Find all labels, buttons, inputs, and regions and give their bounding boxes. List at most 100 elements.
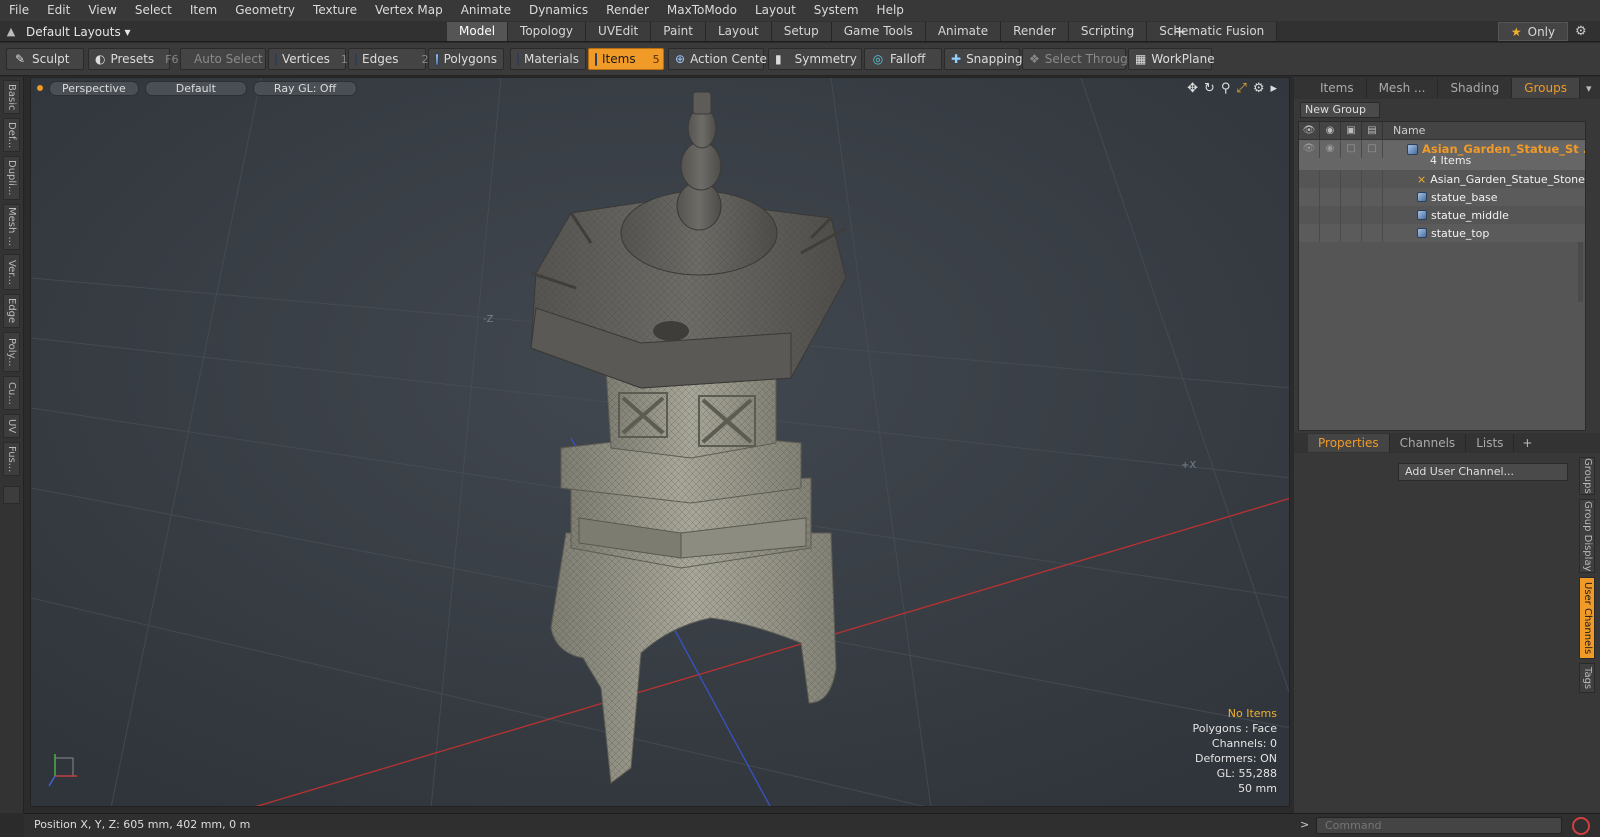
collapse-icon[interactable]: ▲ (4, 25, 18, 39)
new-group-button[interactable]: New Group (1300, 102, 1380, 118)
menu-layout[interactable]: Layout (746, 0, 805, 21)
prop-tab-properties[interactable]: Properties (1308, 434, 1390, 452)
tree-row-statue-middle[interactable]: statue_middle (1299, 206, 1585, 224)
row-toggle-0[interactable] (1299, 188, 1320, 206)
tabs-menu-arrow-icon[interactable]: ▾ (1586, 82, 1592, 95)
record-macro-icon[interactable] (1572, 817, 1590, 835)
render-header-icon[interactable]: ◉ (1320, 122, 1341, 140)
left-tab-poly[interactable]: Poly... (3, 332, 20, 372)
menu-maxtomodo[interactable]: MaxToModo (658, 0, 746, 21)
row-toggle-0[interactable] (1299, 170, 1320, 188)
left-tab-fus[interactable]: Fus... (3, 442, 20, 476)
viewport-settings-icon[interactable]: ⚙ (1253, 81, 1265, 96)
add-tab-icon[interactable]: + (1173, 21, 1186, 42)
name-column-header[interactable]: Name (1383, 124, 1425, 137)
action-center-button[interactable]: ⊕ Action Center (668, 48, 772, 70)
right-tab-groups[interactable]: Groups (1512, 78, 1580, 98)
menu-system[interactable]: System (805, 0, 868, 21)
left-tab-edge[interactable]: Edge (3, 294, 20, 328)
menu-help[interactable]: Help (868, 0, 913, 21)
viewport-menu-icon[interactable] (37, 85, 43, 91)
vertices-button[interactable]: Vertices 1 (268, 48, 348, 70)
row-toggle-1[interactable] (1320, 224, 1341, 242)
menu-animate[interactable]: Animate (452, 0, 520, 21)
menu-edit[interactable]: Edit (38, 0, 79, 21)
row-toggle-3[interactable] (1362, 224, 1383, 242)
rotate-icon[interactable]: ↻ (1204, 81, 1215, 96)
tree-row-asian-garden-statue-stone[interactable]: ⨯ Asian_Garden_Statue_Stone (1299, 170, 1585, 188)
tab-uvedit[interactable]: UVEdit (586, 22, 652, 41)
right-tab-items[interactable]: Items (1308, 78, 1367, 98)
menu-item[interactable]: Item (181, 0, 226, 21)
side-tab-user-channels[interactable]: User Channels (1579, 577, 1595, 659)
row-toggle-2[interactable] (1341, 206, 1362, 224)
left-tab-cu[interactable]: Cu... (3, 376, 20, 410)
right-tab-mesh[interactable]: Mesh ... (1367, 78, 1439, 98)
gear-icon[interactable]: ⚙ (1575, 21, 1587, 42)
tab-game-tools[interactable]: Game Tools (831, 22, 926, 41)
view-type-button[interactable]: Perspective (49, 80, 139, 96)
menu-render[interactable]: Render (597, 0, 658, 21)
3d-viewport[interactable]: -Z +X Perspective Default Ray GL: Off ✥ … (30, 77, 1290, 807)
side-tab-tags[interactable]: Tags (1579, 663, 1595, 693)
tab-schematic-fusion[interactable]: Schematic Fusion (1147, 22, 1278, 41)
left-tab-def[interactable]: Def... (3, 118, 20, 152)
left-tab-basic[interactable]: Basic (3, 80, 20, 114)
row-toggle-0[interactable] (1299, 224, 1320, 242)
lock-header-icon[interactable]: ▣ (1341, 122, 1362, 140)
expand-arrow-icon[interactable]: ▸ (1270, 81, 1277, 96)
group-lock-toggle[interactable]: □ (1341, 140, 1362, 158)
tab-topology[interactable]: Topology (508, 22, 587, 41)
pan-icon[interactable]: ✥ (1187, 81, 1198, 96)
edges-button[interactable]: Edges 2 (348, 48, 428, 70)
row-toggle-1[interactable] (1320, 206, 1341, 224)
select-through-button[interactable]: ❖ Select Through (1022, 48, 1135, 70)
fit-icon[interactable]: ⤢ (1236, 81, 1246, 96)
menu-geometry[interactable]: Geometry (226, 0, 304, 21)
menu-file[interactable]: File (0, 0, 38, 21)
shading-mode-button[interactable]: Default (144, 80, 247, 96)
workplane-button[interactable]: ▦ WorkPlane (1128, 48, 1215, 70)
sculpt-button[interactable]: ✎ Sculpt (6, 48, 84, 70)
left-tab-toggle[interactable] (3, 486, 20, 504)
items-button[interactable]: Items 5 (588, 48, 664, 70)
presets-button[interactable]: ◐ Presets F6 (88, 48, 178, 70)
falloff-button[interactable]: ◎ Falloff (864, 48, 942, 70)
row-toggle-3[interactable] (1362, 188, 1383, 206)
group-select-toggle[interactable]: □ (1362, 140, 1383, 158)
polygons-button[interactable]: Polygons (428, 48, 504, 70)
raygl-button[interactable]: Ray GL: Off (252, 80, 358, 96)
row-toggle-1[interactable] (1320, 170, 1341, 188)
row-toggle-2[interactable] (1341, 188, 1362, 206)
menu-dynamics[interactable]: Dynamics (520, 0, 597, 21)
tab-animate[interactable]: Animate (925, 22, 1002, 41)
only-button[interactable]: ★ Only (1498, 22, 1568, 41)
tab-setup[interactable]: Setup (771, 22, 832, 41)
tree-row-statue-top[interactable]: statue_top (1299, 224, 1585, 242)
snapping-button[interactable]: ✚ Snapping (944, 48, 1022, 70)
row-toggle-3[interactable] (1362, 170, 1383, 188)
tab-layout[interactable]: Layout (705, 22, 772, 41)
tab-scripting[interactable]: Scripting (1068, 22, 1148, 41)
row-toggle-2[interactable] (1341, 170, 1362, 188)
menu-view[interactable]: View (79, 0, 125, 21)
tab-model[interactable]: Model (447, 22, 509, 41)
right-tab-shading[interactable]: Shading (1438, 78, 1513, 98)
select-header-icon[interactable]: ▤ (1362, 122, 1383, 140)
side-tab-group-display[interactable]: Group Display (1579, 499, 1595, 573)
tab-render[interactable]: Render (1001, 22, 1069, 41)
menu-select[interactable]: Select (126, 0, 181, 21)
add-user-channel-button[interactable]: Add User Channel... (1398, 463, 1568, 481)
row-toggle-1[interactable] (1320, 188, 1341, 206)
group-visibility-icon[interactable]: 👁 (1299, 140, 1320, 158)
symmetry-button[interactable]: ▮ Symmetry (768, 48, 862, 70)
menu-texture[interactable]: Texture (304, 0, 366, 21)
left-tab-dupli[interactable]: Dupli... (3, 156, 20, 200)
visibility-header-icon[interactable]: 👁 (1299, 122, 1320, 140)
prop-tab-lists[interactable]: Lists (1466, 434, 1515, 452)
menu-vertex-map[interactable]: Vertex Map (366, 0, 452, 21)
tree-scrollbar[interactable] (1578, 242, 1583, 302)
row-toggle-3[interactable] (1362, 206, 1383, 224)
row-toggle-2[interactable] (1341, 224, 1362, 242)
tree-row-statue-base[interactable]: statue_base (1299, 188, 1585, 206)
